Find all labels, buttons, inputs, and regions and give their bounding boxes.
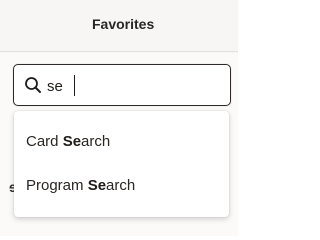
search-field[interactable] (13, 64, 231, 106)
search-suggestions-dropdown: Card Search Program Search (14, 111, 229, 217)
text-cursor (74, 75, 75, 96)
suggestion-text: arch (81, 133, 111, 150)
suggestion-text: Program (26, 177, 88, 194)
panel-header: Favorites (0, 0, 238, 52)
suggestion-match: Se (87, 177, 107, 194)
panel-title: Favorites (92, 16, 155, 32)
search-icon (24, 76, 42, 94)
suggestion-text: Card (26, 133, 63, 150)
suggestion-text: arch (106, 177, 136, 194)
suggestion-card-search[interactable]: Card Search (26, 133, 110, 150)
favorites-panel: Favorites ɘ Card Search Program Search (0, 0, 238, 236)
suggestion-match: Se (62, 133, 82, 150)
suggestion-program-search[interactable]: Program Search (26, 177, 135, 194)
